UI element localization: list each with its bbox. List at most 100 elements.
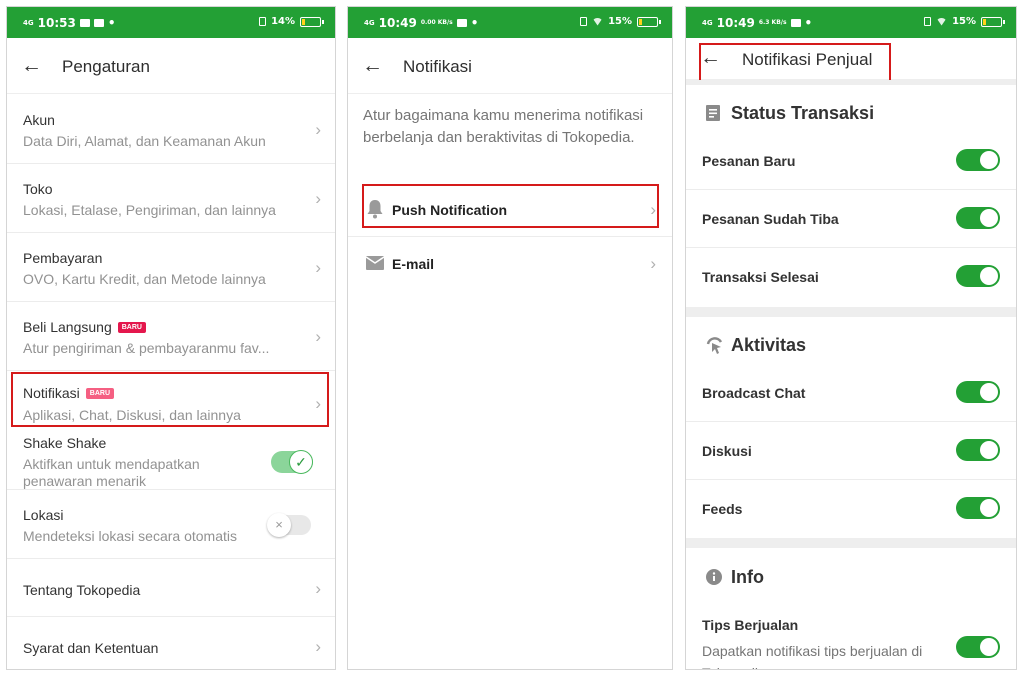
- battery-icon: [637, 16, 661, 27]
- settings-item-shake[interactable]: Shake Shake Aktifkan untuk mendapatkan p…: [7, 429, 335, 490]
- broadcast-chat-toggle[interactable]: [956, 381, 1000, 403]
- back-arrow-icon[interactable]: ←: [362, 54, 383, 78]
- description-text: Atur bagaimana kamu menerima notifikasi …: [363, 107, 644, 146]
- diskusi-toggle[interactable]: [956, 439, 1000, 461]
- settings-item-syarat[interactable]: Syarat dan Ketentuan ›: [7, 617, 335, 669]
- toggle-row-diskusi[interactable]: Diskusi: [686, 422, 1016, 480]
- settings-item-tentang[interactable]: Tentang Tokopedia ›: [7, 559, 335, 617]
- settings-item-akun[interactable]: Akun Data Diri, Alamat, dan Keamanan Aku…: [7, 95, 335, 164]
- pesanan-sudah-tiba-toggle[interactable]: [956, 207, 1000, 229]
- app-bar: ← Notifikasi: [348, 38, 672, 94]
- chevron-right-icon: ›: [315, 637, 321, 656]
- toggle-row-feeds[interactable]: Feeds: [686, 480, 1016, 538]
- section-divider: [686, 80, 1016, 85]
- vibrate-icon: [924, 17, 932, 26]
- close-icon: ×: [267, 513, 291, 537]
- item-subtitle: OVO, Kartu Kredit, dan Metode lainnya: [23, 271, 266, 287]
- wifi-icon: [936, 17, 948, 26]
- toggle-row-tips-berjualan[interactable]: Tips Berjualan Dapatkan notifikasi tips …: [686, 605, 1016, 669]
- row-label: Transaksi Selesai: [702, 269, 819, 285]
- feeds-toggle[interactable]: [956, 497, 1000, 519]
- row-subtitle: Dapatkan notifikasi tips berjualan di To…: [702, 643, 923, 669]
- seller-notification-screen: 4G 10:49 6.3 KB/s • 15% ← Notifikasi Pen…: [685, 6, 1017, 670]
- toggle-row-transaksi-selesai[interactable]: Transaksi Selesai: [686, 248, 1016, 306]
- row-label: E-mail: [392, 256, 435, 272]
- section-divider: [686, 307, 1016, 317]
- receipt-icon: [706, 105, 720, 126]
- item-label: Beli Langsung: [23, 319, 112, 335]
- status-bar: 4G 10:53 • 14%: [7, 7, 335, 38]
- section-title: Status Transaksi: [731, 103, 875, 123]
- highlight-box: [11, 372, 329, 427]
- signal-icon: 4G: [23, 18, 34, 27]
- toggle-row-pesanan-sudah-tiba[interactable]: Pesanan Sudah Tiba: [686, 190, 1016, 248]
- notification-screen: 4G 10:49 0.00 KB/s • 15% ← Notifikasi At…: [347, 6, 673, 670]
- row-label: Broadcast Chat: [702, 385, 806, 401]
- wifi-icon: [592, 17, 604, 26]
- item-subtitle: Mendeteksi lokasi secara otomatis: [23, 528, 237, 544]
- row-label: Diskusi: [702, 443, 752, 459]
- page-title: Pengaturan: [62, 57, 150, 76]
- info-icon: [706, 569, 722, 590]
- settings-item-lokasi[interactable]: Lokasi Mendeteksi lokasi secara otomatis…: [7, 490, 335, 559]
- app-bar: ← Pengaturan: [7, 38, 335, 94]
- notification-icon: [79, 19, 90, 27]
- battery-icon: [300, 16, 324, 27]
- back-arrow-icon[interactable]: ←: [21, 54, 42, 78]
- battery-icon: [981, 16, 1005, 27]
- dot-icon: •: [804, 16, 813, 30]
- row-label: Feeds: [702, 501, 743, 517]
- signal-icon: 4G: [364, 18, 375, 27]
- settings-screen: 4G 10:53 • 14% ← Pengaturan Akun Data Di…: [6, 6, 336, 670]
- notification-icon: [456, 19, 467, 27]
- mail-icon: [365, 256, 385, 275]
- item-label: Akun: [23, 112, 55, 128]
- status-time: 10:53: [37, 16, 76, 30]
- item-subtitle: Atur pengiriman & pembayaranmu fav...: [23, 340, 270, 356]
- row-label: Pesanan Baru: [702, 153, 796, 169]
- status-time: 10:49: [716, 16, 755, 30]
- item-label: Syarat dan Ketentuan: [23, 640, 159, 656]
- activity-icon: [706, 337, 724, 360]
- highlight-box: [699, 43, 891, 82]
- item-label: Tentang Tokopedia: [23, 582, 141, 598]
- settings-item-beli-langsung[interactable]: Beli Langsung BARU Atur pengiriman & pemb…: [7, 302, 335, 371]
- email-row[interactable]: E-mail ›: [348, 237, 672, 291]
- notification-icon: [790, 19, 801, 27]
- dot-icon: •: [470, 16, 479, 30]
- battery-percent: 15%: [952, 16, 976, 27]
- row-label: Pesanan Sudah Tiba: [702, 211, 839, 227]
- item-label: Pembayaran: [23, 250, 103, 266]
- section-header-info: Info: [686, 551, 1016, 603]
- item-label-wrap: Beli Langsung BARU: [23, 319, 146, 335]
- item-label: Toko: [23, 181, 53, 197]
- chevron-right-icon: ›: [315, 258, 321, 277]
- toggle-row-broadcast-chat[interactable]: Broadcast Chat: [686, 364, 1016, 422]
- item-subtitle: Data Diri, Alamat, dan Keamanan Akun: [23, 133, 266, 149]
- section-divider: [686, 538, 1016, 548]
- chevron-right-icon: ›: [315, 120, 321, 139]
- notification-icon: [93, 19, 104, 27]
- check-icon: ✓: [289, 450, 313, 474]
- chevron-right-icon: ›: [315, 327, 321, 346]
- item-subtitle: Aktifkan untuk mendapatkan penawaran men…: [23, 456, 200, 489]
- battery-percent: 14%: [271, 16, 295, 27]
- network-speed: 0.00 KB/s: [420, 19, 453, 26]
- settings-item-toko[interactable]: Toko Lokasi, Etalase, Pengiriman, dan la…: [7, 164, 335, 233]
- chevron-right-icon: ›: [315, 189, 321, 208]
- shake-toggle[interactable]: ✓: [271, 450, 313, 474]
- chevron-right-icon: ›: [650, 254, 656, 273]
- item-label: Shake Shake: [23, 435, 107, 451]
- vibrate-icon: [259, 17, 267, 26]
- highlight-box: [362, 184, 659, 228]
- status-bar: 4G 10:49 0.00 KB/s • 15%: [348, 7, 672, 38]
- battery-percent: 15%: [608, 16, 632, 27]
- transaksi-selesai-toggle[interactable]: [956, 265, 1000, 287]
- pesanan-baru-toggle[interactable]: [956, 149, 1000, 171]
- lokasi-toggle[interactable]: ×: [267, 513, 311, 537]
- tips-berjualan-toggle[interactable]: [956, 636, 1000, 658]
- toggle-row-pesanan-baru[interactable]: Pesanan Baru: [686, 132, 1016, 190]
- settings-item-pembayaran[interactable]: Pembayaran OVO, Kartu Kredit, dan Metode…: [7, 233, 335, 302]
- network-speed: 6.3 KB/s: [758, 19, 787, 26]
- new-badge: BARU: [117, 322, 146, 333]
